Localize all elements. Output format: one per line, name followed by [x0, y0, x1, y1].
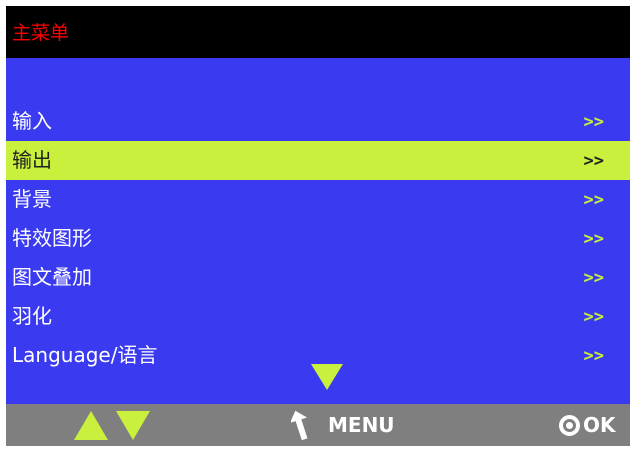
ok-circle-icon [559, 414, 580, 436]
up-triangle-icon[interactable] [74, 411, 108, 440]
menu-item-label: Language/语言 [12, 343, 158, 367]
menu-item-label: 输入 [12, 109, 52, 133]
submenu-arrow: >> [583, 151, 604, 171]
submenu-arrow: >> [583, 268, 604, 288]
title-bar: 主菜单 [6, 6, 630, 58]
menu-item-effects[interactable]: 特效图形 >> [6, 219, 630, 258]
osd-screen: 主菜单 输入 >> 输出 >> 背景 >> 特效图形 >> 图文叠加 >> 羽化… [6, 6, 630, 446]
menu-item-output[interactable]: 输出 >> [6, 141, 630, 180]
menu-item-label: 输出 [12, 148, 52, 172]
menu-title: 主菜单 [12, 22, 70, 44]
menu-item-label: 特效图形 [12, 226, 92, 250]
ok-button[interactable]: OK [559, 410, 616, 440]
menu-item-overlay[interactable]: 图文叠加 >> [6, 258, 630, 297]
submenu-arrow: >> [583, 346, 604, 366]
submenu-arrow: >> [583, 307, 604, 327]
main-menu-list: 输入 >> 输出 >> 背景 >> 特效图形 >> 图文叠加 >> 羽化 >> … [6, 102, 630, 375]
down-triangle-icon[interactable] [116, 411, 150, 440]
menu-key-label: MENU [328, 413, 395, 437]
back-arrow-icon [291, 410, 308, 440]
menu-item-feather[interactable]: 羽化 >> [6, 297, 630, 336]
menu-item-background[interactable]: 背景 >> [6, 180, 630, 219]
menu-back-button[interactable]: MENU [291, 410, 395, 440]
menu-item-label: 背景 [12, 187, 52, 211]
submenu-arrow: >> [583, 112, 604, 132]
ok-key-label: OK [583, 413, 616, 437]
submenu-arrow: >> [583, 190, 604, 210]
submenu-arrow: >> [583, 229, 604, 249]
menu-item-label: 羽化 [12, 304, 52, 328]
menu-item-input[interactable]: 输入 >> [6, 102, 630, 141]
footer-bar: MENU OK [6, 404, 630, 446]
menu-item-label: 图文叠加 [12, 265, 92, 289]
scroll-down-icon [311, 364, 343, 390]
